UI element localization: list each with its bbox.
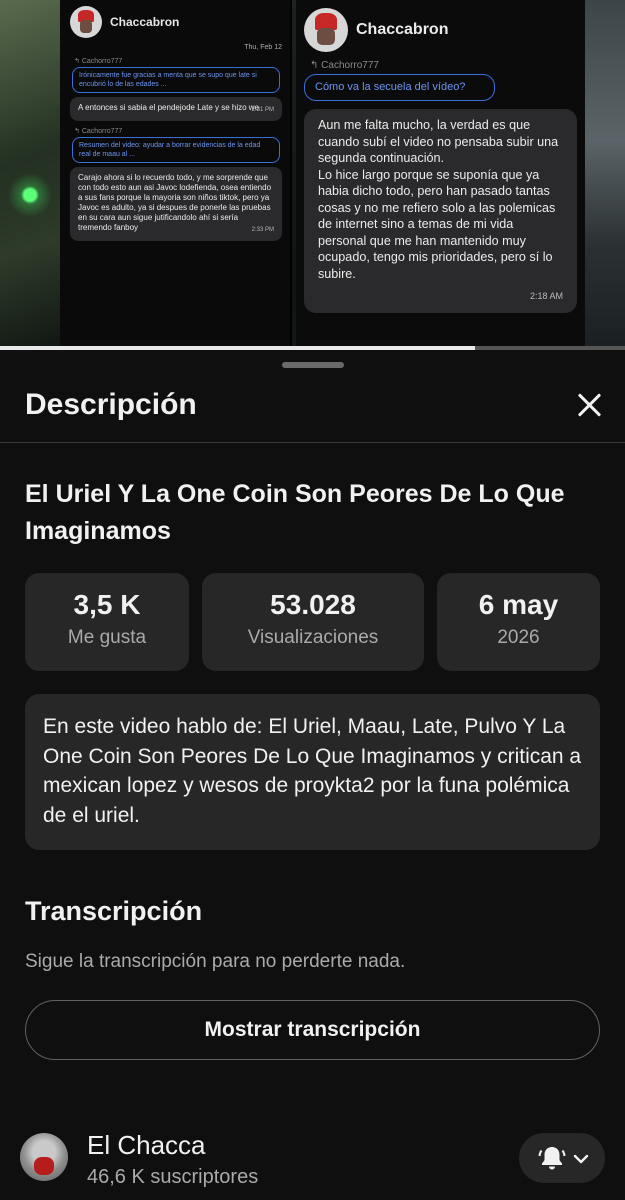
reply-sender: ↰ Cachorro777 — [310, 60, 379, 71]
reply-sender: ↰ Cachorro777 — [74, 128, 123, 135]
publish-year: 2026 — [497, 627, 540, 648]
likes-count: 3,5 K — [73, 589, 141, 620]
message-bubble: Carajo ahora si lo recuerdo todo, y me s… — [70, 167, 282, 241]
channel-avatar[interactable] — [20, 1133, 68, 1181]
transcript-subtitle: Sigue la transcripción para no perderte … — [25, 951, 406, 972]
publish-date: 6 may — [478, 589, 559, 620]
reply-sender: ↰ Cachorro777 — [74, 58, 123, 65]
likes-label: Me gusta — [67, 627, 147, 648]
message-text: Carajo ahora si lo recuerdo todo, y me s… — [78, 173, 272, 232]
quoted-message: Irónicamente fue gracias a menta que se … — [72, 67, 280, 93]
contact-avatar — [304, 8, 348, 52]
bell-icon — [538, 1147, 566, 1170]
transcript-title: Transcripción — [25, 896, 203, 926]
close-icon[interactable] — [572, 388, 606, 422]
chat-header: Chaccabron — [60, 0, 290, 44]
chevron-down-icon — [573, 1154, 589, 1164]
message-text: Lo hice largo porque se suponía que ya h… — [318, 167, 556, 281]
notification-settings-button[interactable] — [519, 1133, 605, 1183]
description-text: En este video hablo de: El Uriel, Maau, … — [25, 694, 600, 850]
contact-name: Chaccabron — [356, 21, 449, 38]
video-thumbnail[interactable]: Chaccabron Thu, Feb 12 ↰ Cachorro777 Iró… — [0, 0, 625, 350]
views-count: 53.028 — [270, 589, 356, 620]
message-text: A entonces si sabia el pendejode Late y … — [78, 103, 260, 112]
chat-screenshot-left: Chaccabron Thu, Feb 12 ↰ Cachorro777 Iró… — [60, 0, 292, 346]
chat-screenshot-right: Chaccabron ↰ Cachorro777 Cómo va la secu… — [296, 0, 585, 346]
views-stat: 53.028 Visualizaciones — [202, 573, 424, 671]
description-sheet: Descripción El Uriel Y La One Coin Son P… — [0, 350, 625, 1200]
quoted-message: Resumen del video: ayudar a borrar evide… — [72, 137, 280, 163]
sheet-title: Descripción — [25, 388, 197, 421]
message-text: Aun me falta mucho, la verdad es que cua… — [318, 118, 559, 165]
views-label: Visualizaciones — [247, 627, 379, 648]
divider — [0, 442, 625, 443]
thumbnail-background-left — [0, 0, 60, 350]
channel-subscribers: 46,6 K suscriptores — [87, 1166, 259, 1188]
message-bubble: A entonces si sabia el pendejode Late y … — [70, 97, 282, 121]
contact-avatar — [70, 6, 102, 38]
likes-stat: 3,5 K Me gusta — [25, 573, 189, 671]
contact-name: Chaccabron — [110, 15, 180, 29]
message-time: 2:18 AM — [529, 291, 563, 301]
quoted-message: Cómo va la secuela del vídeo? — [304, 74, 495, 101]
message-bubble: Aun me falta mucho, la verdad es que cua… — [304, 109, 577, 313]
video-title: El Uriel Y La One Coin Son Peores De Lo … — [25, 480, 565, 545]
drag-handle[interactable] — [282, 362, 344, 368]
show-transcript-button[interactable]: Mostrar transcripción — [25, 1000, 600, 1060]
chat-date: Thu, Feb 12 — [244, 44, 282, 51]
channel-name[interactable]: El Chacca — [87, 1130, 206, 1161]
chat-header: Chaccabron — [296, 0, 585, 60]
date-stat: 6 may 2026 — [437, 573, 600, 671]
thumbnail-background-right — [585, 0, 625, 350]
